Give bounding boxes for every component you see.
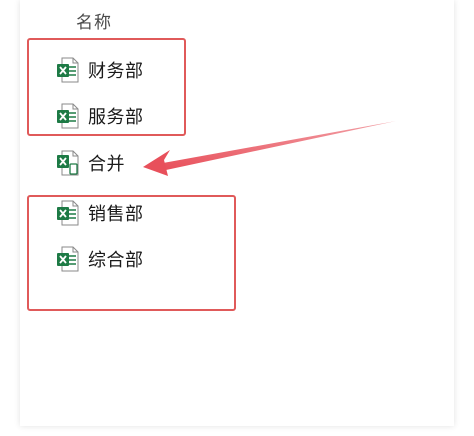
excel-file-icon xyxy=(56,246,80,272)
file-label: 综合部 xyxy=(88,250,144,271)
excel-file-icon xyxy=(56,200,80,226)
file-label: 服务部 xyxy=(88,107,144,128)
excel-file-icon xyxy=(56,103,80,129)
file-item-finance[interactable]: 财务部 xyxy=(56,55,144,85)
file-item-service[interactable]: 服务部 xyxy=(56,101,144,131)
file-item-sales[interactable]: 销售部 xyxy=(56,198,144,228)
file-item-merge[interactable]: 合并 xyxy=(56,148,125,178)
column-header-name[interactable]: 名称 xyxy=(76,8,112,33)
file-item-general[interactable]: 综合部 xyxy=(56,244,144,274)
file-label: 财务部 xyxy=(88,61,144,82)
file-label: 销售部 xyxy=(88,204,144,225)
file-label: 合并 xyxy=(88,154,125,175)
excel-macro-file-icon xyxy=(56,150,80,176)
excel-file-icon xyxy=(56,57,80,83)
